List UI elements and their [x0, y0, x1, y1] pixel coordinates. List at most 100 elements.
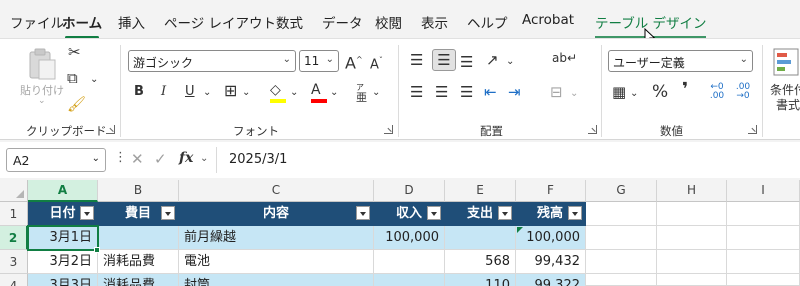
table-cell[interactable]: 99,322: [516, 274, 586, 286]
borders-icon[interactable]: ⊞: [224, 82, 237, 100]
align-right-icon[interactable]: ☰: [460, 83, 473, 101]
font-size-dropdown[interactable]: 11 ⌄: [299, 50, 339, 72]
tab-acrobat[interactable]: Acrobat: [522, 12, 574, 28]
empty-cell[interactable]: [657, 274, 727, 286]
increase-decimal-button[interactable]: ←0 .00: [706, 83, 728, 101]
italic-button[interactable]: I: [161, 83, 166, 101]
table-header-cell[interactable]: 収入: [374, 202, 445, 226]
number-launcher-icon[interactable]: [748, 125, 757, 134]
merge-center-icon[interactable]: ⊟: [550, 83, 563, 101]
tab-view[interactable]: 表示: [421, 12, 448, 32]
phonetic-dropdown-icon[interactable]: ⌄: [372, 84, 380, 102]
decrease-decimal-button[interactable]: .00 →0: [732, 83, 754, 101]
empty-cell[interactable]: [727, 274, 800, 286]
more-options-icon[interactable]: ⋮: [114, 150, 127, 165]
copy-dropdown-icon[interactable]: ⌄: [90, 71, 98, 89]
filter-dropdown-icon[interactable]: [568, 206, 582, 220]
confirm-entry-icon[interactable]: ✓: [154, 150, 167, 168]
format-painter-icon[interactable]: 🖌: [67, 95, 86, 113]
select-all-corner[interactable]: [0, 180, 28, 202]
cut-icon[interactable]: ✂: [68, 43, 81, 61]
align-top-icon[interactable]: ☰: [410, 51, 423, 69]
column-header-g[interactable]: G: [586, 180, 657, 202]
formula-input[interactable]: 2025/3/1: [216, 147, 800, 173]
table-cell[interactable]: 3月2日: [28, 250, 98, 274]
cancel-entry-icon[interactable]: ✕: [131, 150, 144, 168]
table-cell[interactable]: 封筒: [179, 274, 374, 286]
column-header-d[interactable]: D: [374, 180, 445, 202]
table-header-cell[interactable]: 支出: [445, 202, 516, 226]
filter-dropdown-icon[interactable]: [356, 206, 370, 220]
number-format-dropdown[interactable]: ユーザー定義 ⌄: [608, 50, 753, 72]
filter-dropdown-icon[interactable]: [498, 206, 512, 220]
wrap-text-icon[interactable]: ab↵: [552, 49, 577, 67]
filter-dropdown-icon[interactable]: [427, 206, 441, 220]
table-cell[interactable]: 前月繰越: [179, 226, 374, 250]
tab-insert[interactable]: 挿入: [118, 12, 145, 32]
font-launcher-icon[interactable]: [384, 125, 393, 134]
grow-font-icon[interactable]: A^: [345, 51, 363, 72]
font-name-dropdown[interactable]: 游ゴシック ⌄: [128, 50, 296, 72]
tab-page-layout[interactable]: ページ レイアウト: [164, 12, 276, 32]
comma-style-button[interactable]: ❜: [682, 81, 688, 99]
paste-dropdown-icon[interactable]: ⌄: [38, 96, 46, 106]
font-color-dropdown-icon[interactable]: ⌄: [330, 84, 338, 102]
empty-cell[interactable]: [657, 250, 727, 274]
table-cell[interactable]: 99,432: [516, 250, 586, 274]
row-header-2[interactable]: 2: [0, 226, 28, 250]
tab-formulas[interactable]: 数式: [276, 12, 303, 32]
column-header-h[interactable]: H: [657, 180, 727, 202]
align-left-icon[interactable]: ☰: [410, 83, 423, 101]
empty-cell[interactable]: [657, 202, 727, 226]
clipboard-launcher-icon[interactable]: [106, 125, 115, 134]
alignment-launcher-icon[interactable]: [588, 125, 597, 134]
empty-cell[interactable]: [727, 226, 800, 250]
increase-indent-icon[interactable]: ⇥: [508, 83, 521, 101]
empty-cell[interactable]: [727, 202, 800, 226]
row-header-1[interactable]: 1: [0, 202, 28, 226]
borders-dropdown-icon[interactable]: ⌄: [242, 84, 250, 102]
orientation-icon[interactable]: ↗: [486, 51, 499, 69]
percent-style-button[interactable]: %: [652, 83, 668, 101]
tab-review[interactable]: 校閲: [375, 12, 402, 32]
fill-color-icon[interactable]: ◇: [270, 81, 281, 99]
table-cell[interactable]: [445, 226, 516, 250]
phonetic-guide-icon[interactable]: 亜: [356, 89, 367, 107]
align-bottom-icon[interactable]: ☰: [460, 53, 473, 71]
orientation-dropdown-icon[interactable]: ⌄: [506, 53, 514, 71]
column-header-c[interactable]: C: [179, 180, 374, 202]
error-indicator-icon[interactable]: [517, 227, 523, 233]
tab-data[interactable]: データ: [322, 12, 363, 32]
column-header-i[interactable]: I: [727, 180, 800, 202]
table-cell[interactable]: 消耗品費: [98, 250, 179, 274]
shrink-font-icon[interactable]: Aˇ: [370, 52, 383, 74]
column-header-f[interactable]: F: [516, 180, 586, 202]
fx-dropdown-icon[interactable]: ⌄: [200, 153, 208, 164]
copy-icon[interactable]: ⧉: [67, 69, 78, 87]
name-box[interactable]: A2 ⌄: [6, 148, 106, 172]
bold-button[interactable]: B: [134, 83, 144, 101]
table-cell[interactable]: 電池: [179, 250, 374, 274]
table-header-cell[interactable]: 日付: [28, 202, 98, 226]
decrease-indent-icon[interactable]: ⇤: [484, 83, 497, 101]
filter-dropdown-icon[interactable]: [80, 206, 94, 220]
table-cell[interactable]: 100,000: [516, 226, 586, 250]
table-cell[interactable]: 3月3日: [28, 274, 98, 286]
table-header-cell[interactable]: 残高: [516, 202, 586, 226]
fill-handle[interactable]: [94, 247, 100, 253]
table-header-cell[interactable]: 内容: [179, 202, 374, 226]
underline-dropdown-icon[interactable]: ⌄: [203, 84, 211, 102]
align-center-icon[interactable]: ☰: [435, 83, 448, 101]
column-header-a[interactable]: A: [28, 180, 98, 202]
underline-button[interactable]: U: [185, 83, 195, 101]
table-cell[interactable]: [98, 226, 179, 250]
tab-home[interactable]: ホーム: [62, 12, 102, 39]
fill-color-dropdown-icon[interactable]: ⌄: [290, 84, 298, 102]
filter-dropdown-icon[interactable]: [161, 206, 175, 220]
column-header-e[interactable]: E: [445, 180, 516, 202]
merge-dropdown-icon[interactable]: ⌄: [570, 85, 578, 103]
table-cell[interactable]: 110: [445, 274, 516, 286]
table-cell[interactable]: 100,000: [374, 226, 445, 250]
row-header-3[interactable]: 3: [0, 250, 28, 274]
accounting-dropdown-icon[interactable]: ⌄: [630, 85, 638, 103]
